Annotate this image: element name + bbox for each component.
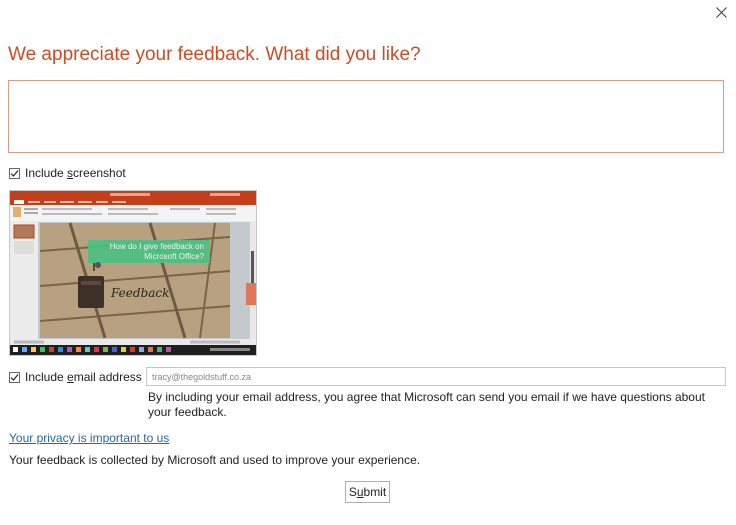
submit-button[interactable]: Submit (345, 481, 390, 503)
feedback-textarea[interactable] (8, 80, 724, 153)
include-screenshot-label[interactable]: Include screenshot (25, 166, 126, 180)
preview-overlay-line1: How do I give feedback on (110, 242, 204, 251)
include-screenshot-row: Include screenshot (9, 166, 126, 180)
privacy-link[interactable]: Your privacy is important to us (9, 431, 169, 445)
data-collection-notice: Your feedback is collected by Microsoft … (9, 453, 421, 467)
email-input[interactable] (146, 367, 726, 386)
checkmark-icon (10, 169, 19, 177)
include-email-label[interactable]: Include email address (25, 370, 142, 384)
include-screenshot-checkbox[interactable] (9, 167, 20, 179)
email-consent-text: By including your email address, you agr… (148, 390, 705, 419)
preview-sign-text: Feedback (110, 286, 169, 300)
preview-overlay-line2: Microsoft Office? (144, 252, 204, 261)
screenshot-thumbnail: How do I give feedback on Microsoft Offi… (10, 191, 256, 355)
dialog-title: We appreciate your feedback. What did yo… (8, 44, 421, 65)
include-email-row: Include email address (9, 370, 142, 384)
checkmark-icon (10, 373, 19, 381)
close-button[interactable] (711, 2, 731, 22)
include-email-checkbox[interactable] (9, 371, 20, 383)
close-icon (715, 6, 727, 18)
screenshot-preview: How do I give feedback on Microsoft Offi… (9, 190, 257, 356)
